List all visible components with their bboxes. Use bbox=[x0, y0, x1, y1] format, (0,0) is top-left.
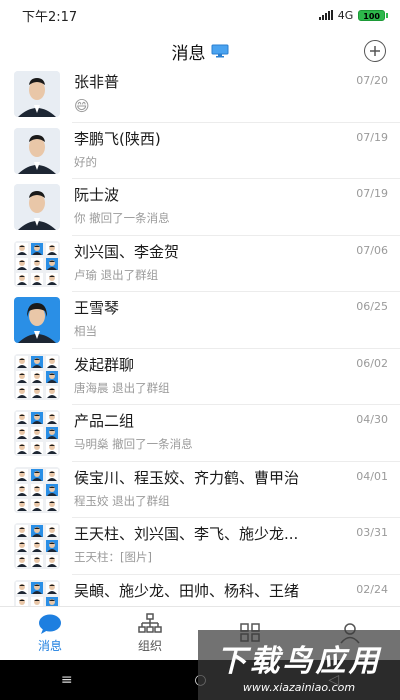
conversation-name: 阮士波 bbox=[74, 186, 120, 204]
conversation-text: 刘兴国、李金贺卢瑜 退出了群组 bbox=[74, 241, 388, 283]
group-avatar-grid bbox=[14, 523, 60, 570]
network-type: 4G bbox=[337, 8, 354, 22]
watermark: 下载鸟应用 www.xiazainiao.com bbox=[198, 630, 400, 700]
status-indicators: 4G 100 bbox=[318, 8, 388, 22]
conversation-date: 07/06 bbox=[356, 243, 388, 257]
avatar bbox=[14, 466, 60, 513]
conversation-date: 04/30 bbox=[356, 413, 388, 426]
avatar-photo bbox=[14, 127, 60, 174]
conversation-date: 07/20 bbox=[356, 74, 388, 87]
conversation-date: 06/25 bbox=[356, 300, 388, 313]
status-time: 下午2:17 bbox=[22, 9, 78, 25]
avatar-photo bbox=[14, 184, 60, 231]
avatar-photo bbox=[14, 71, 60, 118]
conversation-row[interactable]: 刘兴国、李金贺 卢瑜 退出了群组 07/06 bbox=[0, 236, 400, 293]
group-avatar-grid bbox=[14, 240, 60, 287]
signal-icon bbox=[318, 10, 333, 20]
conversation-preview: 😄 bbox=[74, 97, 90, 115]
conversation-text: 侯宝川、程玉姣、齐力鹤、曹甲治程玉姣 退出了群组 bbox=[74, 467, 388, 509]
conversation-name: 产品二组 bbox=[74, 412, 135, 430]
tab-organization[interactable]: 组织 bbox=[100, 607, 200, 660]
conversation-preview: 你 撤回了一条消息 bbox=[74, 211, 170, 225]
conversation-name: 侯宝川、程玉姣、齐力鹤、曹甲治 bbox=[74, 468, 300, 487]
conversation-text: 吴頔、施少龙、田帅、杨科、王绪你：[smile][smile] bbox=[74, 580, 388, 607]
conversation-name: 发起群聊 bbox=[74, 355, 135, 374]
conversation-date: 07/19 bbox=[356, 130, 388, 144]
conversation-row[interactable]: 王雪琴 相当 06/25 bbox=[0, 292, 400, 349]
conversation-name: 刘兴国、李金贺 bbox=[74, 242, 180, 261]
battery-icon: 100 bbox=[358, 9, 388, 21]
page-title-wrap: 消息 bbox=[172, 39, 229, 64]
conversation-preview: 王天柱：[图片] bbox=[74, 550, 152, 564]
watermark-url: www.xiazainiao.com bbox=[242, 681, 356, 694]
avatar bbox=[14, 184, 60, 231]
avatar bbox=[14, 127, 60, 174]
plus-icon bbox=[370, 46, 380, 56]
conversation-date: 04/01 bbox=[356, 469, 388, 483]
conversation-preview: 马明燊 撤回了一条消息 bbox=[74, 437, 193, 451]
group-avatar-grid bbox=[14, 353, 60, 400]
avatar bbox=[14, 410, 60, 457]
conversation-date: 06/02 bbox=[356, 356, 388, 370]
conversation-preview: 好的 bbox=[74, 154, 97, 169]
org-chart-icon bbox=[138, 613, 162, 633]
conversation-text: 产品二组马明燊 撤回了一条消息 bbox=[74, 410, 388, 452]
conversation-text: 阮士波你 撤回了一条消息 bbox=[74, 184, 388, 226]
conversation-name: 王雪琴 bbox=[74, 299, 120, 317]
conversation-list: 张非普 😄 07/20 李鹏飞(陕西) 好的 07/19 阮士波你 撤回了一条消息 07/19… bbox=[0, 66, 400, 606]
monitor-icon bbox=[211, 44, 228, 58]
conversation-row[interactable]: 发起群聊 唐海晨 退出了群组 06/02 bbox=[0, 349, 400, 406]
conversation-text: 王天柱、刘兴国、李飞、施少龙... 王天柱：[图片] bbox=[74, 523, 388, 565]
group-avatar-grid bbox=[14, 579, 60, 606]
status-bar: 下午2:17 4G 100 bbox=[0, 0, 400, 30]
conversation-text: 张非普 😄 bbox=[74, 71, 388, 115]
conversation-row[interactable]: 吴頔、施少龙、田帅、杨科、王绪你：[smile][smile]02/24 bbox=[0, 575, 400, 607]
conversation-preview: 相当 bbox=[74, 324, 97, 338]
conversation-preview: 卢瑜 退出了群组 bbox=[74, 267, 159, 282]
tab-label-organization: 组织 bbox=[137, 639, 162, 653]
conversation-preview: 程玉姣 退出了群组 bbox=[74, 493, 170, 508]
battery-level: 100 bbox=[358, 9, 385, 21]
avatar-photo bbox=[14, 297, 60, 344]
avatar bbox=[14, 71, 60, 118]
group-avatar-grid bbox=[14, 410, 60, 457]
conversation-text: 李鹏飞(陕西) 好的 bbox=[74, 128, 388, 170]
avatar bbox=[14, 240, 60, 287]
conversation-row[interactable]: 李鹏飞(陕西) 好的 07/19 bbox=[0, 123, 400, 180]
avatar bbox=[14, 353, 60, 400]
conversation-text: 王雪琴 相当 bbox=[74, 297, 388, 339]
group-avatar-grid bbox=[14, 466, 60, 513]
avatar bbox=[14, 579, 60, 606]
conversation-name: 张非普 bbox=[74, 73, 120, 91]
menu-icon[interactable]: ≡ bbox=[61, 672, 73, 688]
conversation-name: 吴頔、施少龙、田帅、杨科、王绪 bbox=[74, 581, 300, 600]
conversation-text: 发起群聊唐海晨 退出了群组 bbox=[74, 354, 388, 396]
conversation-name: 李鹏飞(陕西) bbox=[74, 129, 161, 148]
conversation-date: 03/31 bbox=[356, 526, 388, 539]
watermark-title: 下载鸟应用 bbox=[216, 644, 382, 679]
conversation-row[interactable]: 王天柱、刘兴国、李飞、施少龙... 王天柱：[图片] 03/31 bbox=[0, 518, 400, 575]
add-button[interactable] bbox=[364, 40, 386, 62]
conversation-row[interactable]: 产品二组 马明燊 撤回了一条消息 04/30 bbox=[0, 405, 400, 462]
tab-messages[interactable]: 消息 bbox=[0, 607, 100, 660]
chat-bubble-icon bbox=[39, 614, 61, 634]
tab-label-messages: 消息 bbox=[37, 639, 62, 653]
conversation-name: 王天柱、刘兴国、李飞、施少龙... bbox=[74, 525, 299, 543]
conversation-row[interactable]: 阮士波你 撤回了一条消息 07/19 bbox=[0, 179, 400, 236]
avatar bbox=[14, 297, 60, 344]
avatar bbox=[14, 523, 60, 570]
conversation-row[interactable]: 张非普 😄 07/20 bbox=[0, 66, 400, 123]
page-title: 消息 bbox=[171, 43, 206, 64]
conversation-date: 02/24 bbox=[356, 582, 388, 596]
conversation-preview: 唐海晨 退出了群组 bbox=[74, 380, 170, 395]
conversation-row[interactable]: 侯宝川、程玉姣、齐力鹤、曹甲治 程玉姣 退出了群组 04/01 bbox=[0, 462, 400, 519]
conversation-date: 07/19 bbox=[356, 187, 388, 200]
